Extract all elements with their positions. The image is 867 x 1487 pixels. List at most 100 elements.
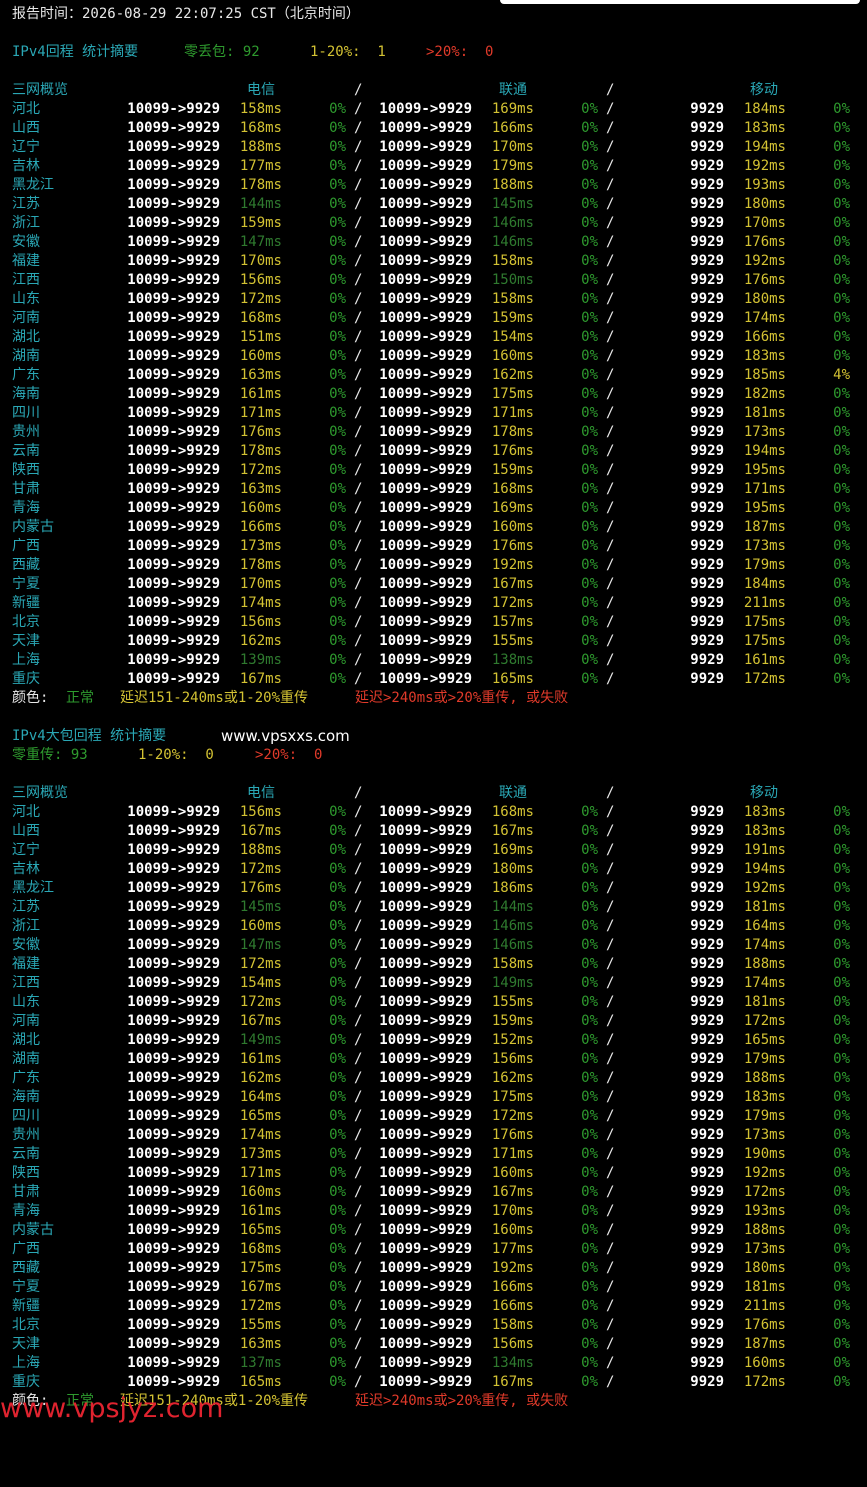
telecom-loss: 0%	[329, 1260, 346, 1276]
telecom-loss: 0%	[329, 1108, 346, 1124]
table-row: 辽宁 10099->9929 188ms 0%/10099->9929 170ms 0% /…	[0, 138, 867, 157]
mobile-route: 9929	[690, 1203, 724, 1219]
mobile-latency: 192ms	[743, 158, 786, 174]
telecom-loss: 0%	[329, 633, 346, 649]
table-row: 山西 10099->9929 168ms 0%/10099->9929 166ms 0% /…	[0, 119, 867, 138]
mobile-route: 9929	[690, 462, 724, 478]
unicom-route: 10099->9929	[379, 291, 472, 307]
province-name: 山东	[12, 994, 40, 1010]
telecom-loss: 0%	[329, 424, 346, 440]
mobile-loss: 0%	[833, 576, 850, 592]
unicom-loss: 0%	[581, 1165, 598, 1181]
telecom-route: 10099->9929	[127, 633, 220, 649]
table-row: 河南 10099->9929 167ms 0%/10099->9929 159ms 0% /…	[0, 1012, 867, 1031]
mobile-route: 9929	[690, 633, 724, 649]
table-row: 湖北 10099->9929 149ms 0%/10099->9929 152ms 0% /…	[0, 1031, 867, 1050]
table-row: 黑龙江 10099->9929 176ms 0%/10099->9929 186ms 0%…	[0, 879, 867, 898]
mobile-route: 9929	[690, 215, 724, 231]
telecom-latency: 167ms	[239, 1013, 282, 1029]
telecom-loss: 0%	[329, 1184, 346, 1200]
mobile-loss: 0%	[833, 538, 850, 554]
unicom-loss: 0%	[581, 177, 598, 193]
mobile-loss: 0%	[833, 291, 850, 307]
telecom-loss: 0%	[329, 614, 346, 630]
table-row: 河北 10099->9929 158ms 0%/10099->9929 169ms 0% /…	[0, 100, 867, 119]
mobile-latency: 181ms	[743, 994, 786, 1010]
unicom-loss: 0%	[581, 899, 598, 915]
unicom-route: 10099->9929	[379, 177, 472, 193]
telecom-latency: 174ms	[239, 1127, 282, 1143]
province-name: 吉林	[12, 158, 40, 174]
province-name: 广西	[12, 1241, 40, 1257]
telecom-latency: 162ms	[239, 1070, 282, 1086]
mobile-route: 9929	[690, 272, 724, 288]
unicom-loss: 0%	[581, 842, 598, 858]
unicom-route: 10099->9929	[379, 576, 472, 592]
province-name: 宁夏	[12, 576, 40, 592]
telecom-latency: 161ms	[239, 1203, 282, 1219]
unicom-loss: 0%	[581, 1203, 598, 1219]
mobile-latency: 188ms	[743, 1070, 786, 1086]
mobile-loss: 0%	[833, 994, 850, 1010]
telecom-route: 10099->9929	[127, 1070, 220, 1086]
unicom-loss: 0%	[581, 348, 598, 364]
telecom-latency: 166ms	[239, 519, 282, 535]
mobile-loss: 0%	[833, 899, 850, 915]
mobile-route: 9929	[690, 329, 724, 345]
telecom-loss: 0%	[329, 291, 346, 307]
telecom-latency: 173ms	[239, 1146, 282, 1162]
mobile-route: 9929	[690, 1108, 724, 1124]
unicom-loss: 0%	[581, 367, 598, 383]
mobile-latency: 192ms	[743, 1165, 786, 1181]
mobile-latency: 187ms	[743, 1336, 786, 1352]
unicom-loss: 0%	[581, 196, 598, 212]
mobile-route: 9929	[690, 1336, 724, 1352]
mobile-route: 9929	[690, 880, 724, 896]
table-row: 湖南 10099->9929 160ms 0%/10099->9929 160ms 0% /…	[0, 347, 867, 366]
telecom-latency: 174ms	[239, 595, 282, 611]
telecom-loss: 0%	[329, 671, 346, 687]
table-row: 广东 10099->9929 163ms 0%/10099->9929 162ms 0% /…	[0, 366, 867, 385]
telecom-route: 10099->9929	[127, 500, 220, 516]
unicom-latency: 176ms	[491, 443, 534, 459]
telecom-loss: 0%	[329, 443, 346, 459]
telecom-route: 10099->9929	[127, 614, 220, 630]
table-header: 三网概览 电信 / 联通 / 移动	[0, 784, 867, 803]
unicom-latency: 159ms	[491, 1013, 534, 1029]
unicom-latency: 159ms	[491, 310, 534, 326]
telecom-route: 10099->9929	[127, 899, 220, 915]
telecom-loss: 0%	[329, 1336, 346, 1352]
unicom-loss: 0%	[581, 1070, 598, 1086]
unicom-route: 10099->9929	[379, 1279, 472, 1295]
mobile-latency: 188ms	[743, 956, 786, 972]
telecom-loss: 0%	[329, 234, 346, 250]
mobile-route: 9929	[690, 1184, 724, 1200]
telecom-latency: 163ms	[239, 1336, 282, 1352]
telecom-latency: 172ms	[239, 861, 282, 877]
telecom-route: 10099->9929	[127, 367, 220, 383]
mobile-loss: 0%	[833, 500, 850, 516]
mobile-route: 9929	[690, 120, 724, 136]
telecom-latency: 173ms	[239, 538, 282, 554]
telecom-route: 10099->9929	[127, 272, 220, 288]
telecom-latency: 161ms	[239, 386, 282, 402]
telecom-loss: 0%	[329, 1279, 346, 1295]
telecom-loss: 0%	[329, 576, 346, 592]
mobile-latency: 185ms	[743, 367, 786, 383]
unicom-route: 10099->9929	[379, 310, 472, 326]
mobile-route: 9929	[690, 994, 724, 1010]
mobile-loss: 0%	[833, 424, 850, 440]
unicom-route: 10099->9929	[379, 367, 472, 383]
mobile-latency: 160ms	[743, 1355, 786, 1371]
mobile-latency: 176ms	[743, 234, 786, 250]
unicom-route: 10099->9929	[379, 994, 472, 1010]
mobile-latency: 164ms	[743, 918, 786, 934]
telecom-latency: 177ms	[239, 158, 282, 174]
telecom-loss: 0%	[329, 462, 346, 478]
unicom-route: 10099->9929	[379, 804, 472, 820]
telecom-loss: 0%	[329, 139, 346, 155]
mobile-latency: 192ms	[743, 880, 786, 896]
unicom-latency: 180ms	[491, 861, 534, 877]
province-name: 湖南	[12, 1051, 40, 1067]
telecom-latency: 176ms	[239, 880, 282, 896]
